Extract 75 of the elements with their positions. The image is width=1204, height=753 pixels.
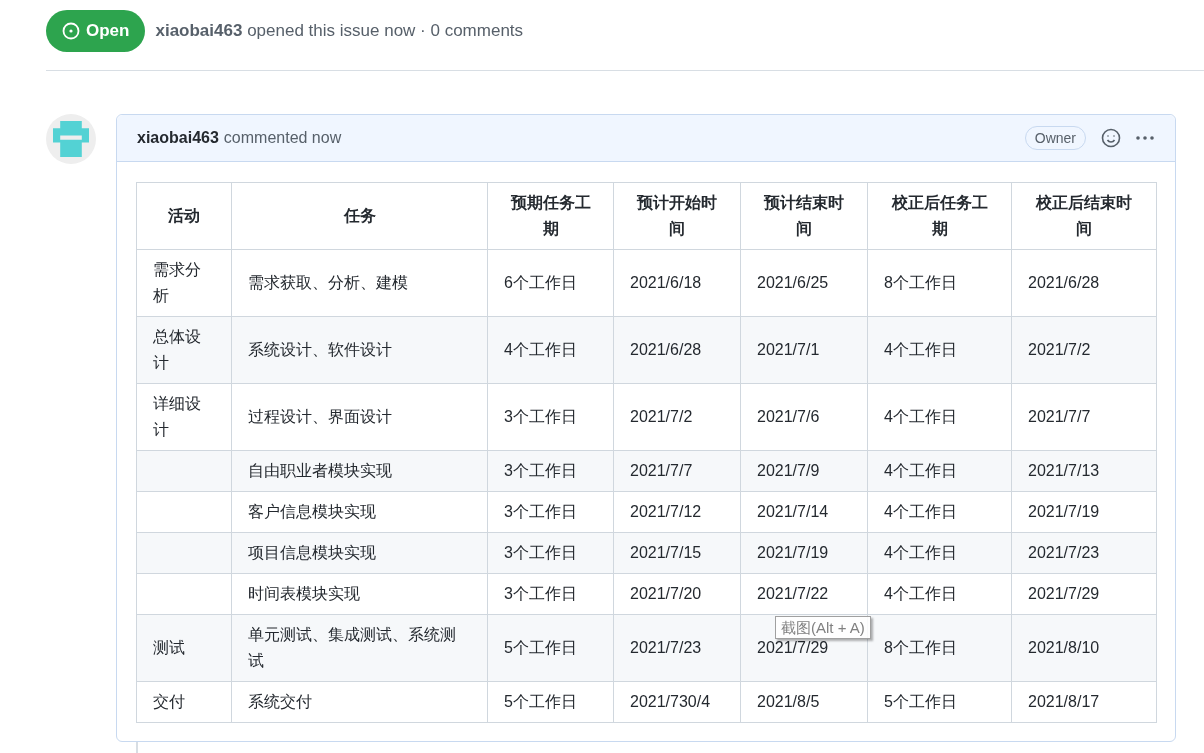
table-cell: 2021/7/29 [757, 639, 829, 656]
table-cell: 2021/7/13 [1028, 462, 1100, 479]
emoji-reaction-icon[interactable] [1101, 128, 1121, 148]
table-cell: 4个工作日 [504, 341, 577, 358]
table-cell: 客户信息模块实现 [248, 503, 376, 520]
table-cell: 2021/6/25 [757, 274, 829, 291]
table-cell: 需求获取、分析、建模 [248, 274, 408, 291]
table-cell: 2021/7/23 [630, 639, 702, 656]
table-cell: 2021/6/28 [1028, 274, 1100, 291]
table-cell: 2021/7/1 [757, 341, 820, 358]
column-header: 预期任务工期 [487, 182, 614, 250]
table-cell: 3个工作日 [504, 408, 577, 425]
author-link[interactable]: xiaobai463 [137, 126, 219, 150]
table-cell: 2021/7/6 [757, 408, 820, 425]
table-cell: 2021/7/2 [1028, 341, 1091, 358]
table-cell: 需求分析 [153, 261, 201, 304]
column-header: 校正后结束时间 [1011, 182, 1157, 250]
table-cell: 2021/8/10 [1028, 639, 1100, 656]
open-status-badge: Open [46, 10, 146, 52]
table-cell: 2021/7/15 [630, 544, 702, 561]
more-options-icon[interactable] [1135, 135, 1155, 141]
table-cell: 6个工作日 [504, 274, 577, 291]
table-cell: 4个工作日 [884, 544, 957, 561]
table-cell: 4个工作日 [884, 408, 957, 425]
table-cell: 2021/7/9 [757, 462, 820, 479]
table-cell: 过程设计、界面设计 [248, 408, 392, 425]
comment-time: commented now [223, 128, 342, 148]
table-cell: 2021/7/20 [630, 585, 702, 602]
table-cell: 4个工作日 [884, 462, 957, 479]
table-cell: 项目信息模块实现 [248, 544, 376, 561]
table-cell: 单元测试、集成测试、系统测试 [248, 626, 456, 669]
table-cell: 2021/6/18 [630, 274, 702, 291]
table-cell: 2021/7/22 [757, 585, 829, 602]
column-header: 任务 [231, 182, 488, 250]
open-issue-icon [62, 22, 80, 40]
table-cell: 详细设计 [153, 395, 201, 438]
table-cell: 时间表模块实现 [248, 585, 360, 602]
table-cell: 2021/7/23 [1028, 544, 1100, 561]
table-cell: 5个工作日 [884, 693, 957, 710]
table-cell: 4个工作日 [884, 585, 957, 602]
column-header: 预计结束时间 [740, 182, 868, 250]
table-cell: 系统交付 [248, 693, 312, 710]
table-cell: 3个工作日 [504, 544, 577, 561]
table-cell: 系统设计、软件设计 [248, 341, 392, 358]
author-link[interactable]: xiaobai463 [155, 21, 243, 41]
table-cell: 2021/7/19 [757, 544, 829, 561]
table-cell: 3个工作日 [504, 585, 577, 602]
table-cell: 2021/7/12 [630, 503, 702, 520]
table-cell: 8个工作日 [884, 274, 957, 291]
table-cell: 3个工作日 [504, 462, 577, 479]
table-cell: 2021/8/5 [757, 693, 820, 710]
column-header: 校正后任务工期 [867, 182, 1012, 250]
table-cell: 5个工作日 [504, 639, 577, 656]
table-cell: 4个工作日 [884, 341, 957, 358]
table-cell: 5个工作日 [504, 693, 577, 710]
column-header: 预计开始时间 [613, 182, 741, 250]
table-cell: 2021/7/29 [1028, 585, 1100, 602]
table-cell: 2021/7/7 [630, 462, 693, 479]
table-cell: 2021/7/19 [1028, 503, 1100, 520]
table-cell: 交付 [153, 693, 185, 710]
table-cell: 2021/7/2 [630, 408, 693, 425]
issue-summary: opened this issue now · 0 comments [247, 21, 524, 41]
column-header: 活动 [136, 182, 232, 250]
table-cell: 2021/7/14 [757, 503, 829, 520]
table-cell: 2021/730/4 [630, 693, 711, 710]
table-cell: 测试 [153, 639, 185, 656]
table-cell: 自由职业者模块实现 [248, 462, 392, 479]
table-cell: 2021/7/7 [1028, 408, 1091, 425]
table-cell: 2021/8/17 [1028, 693, 1100, 710]
tooltip: 截图(Alt + A) [775, 616, 871, 639]
table-cell: 8个工作日 [884, 639, 957, 656]
table-cell: 总体设计 [153, 328, 201, 371]
table-cell: 3个工作日 [504, 503, 577, 520]
table-cell: 2021/6/28 [630, 341, 702, 358]
table-cell: 4个工作日 [884, 503, 957, 520]
